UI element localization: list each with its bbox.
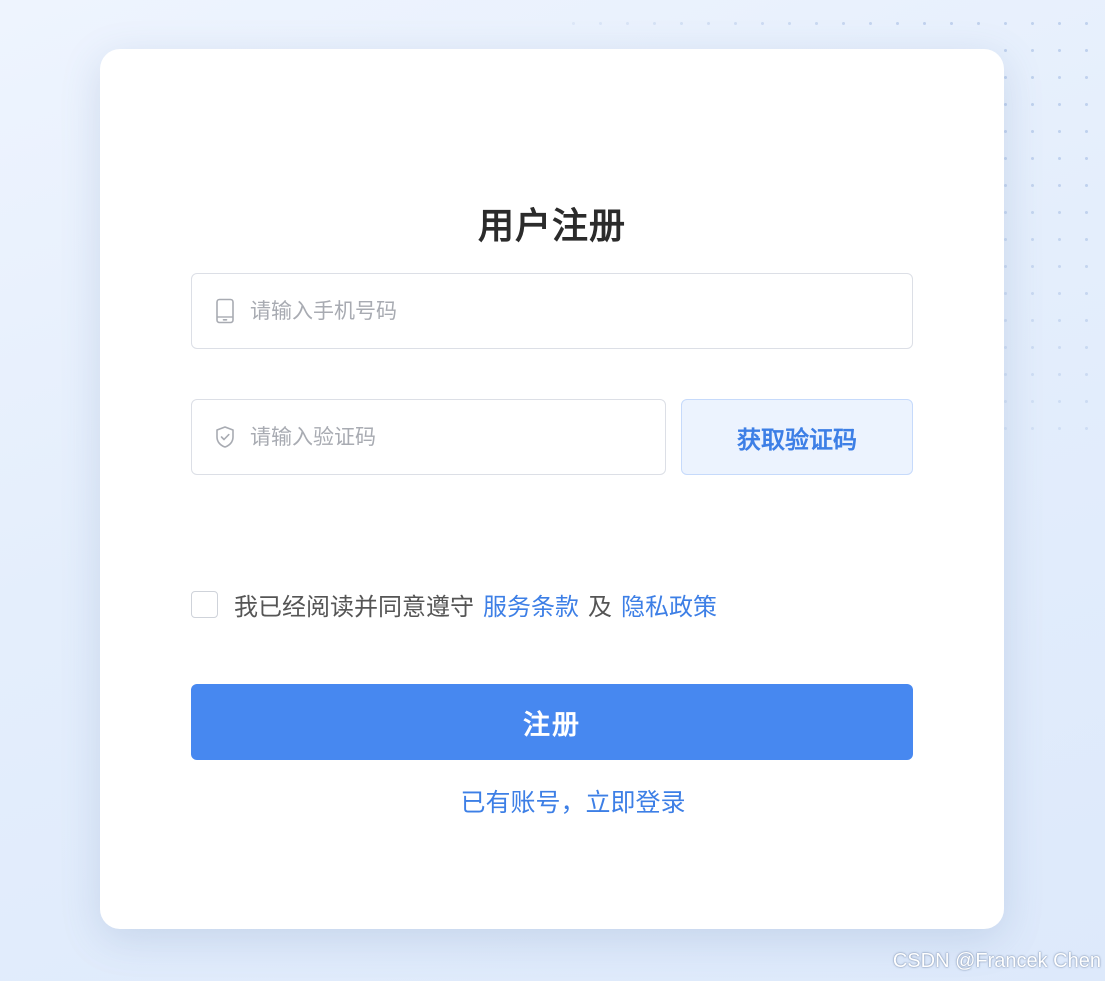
code-input[interactable] bbox=[250, 400, 665, 474]
code-field[interactable] bbox=[191, 399, 666, 475]
page-title: 用户注册 bbox=[477, 206, 626, 247]
terms-link[interactable]: 服务条款 bbox=[483, 587, 579, 622]
mobile-phone-icon bbox=[214, 298, 236, 324]
phone-field[interactable] bbox=[191, 273, 913, 349]
register-button[interactable]: 注册 bbox=[191, 684, 913, 760]
login-link[interactable]: 已有账号，立即登录 bbox=[100, 785, 1004, 821]
agreement-checkbox[interactable] bbox=[191, 591, 218, 618]
phone-input[interactable] bbox=[250, 274, 912, 348]
agreement-row: 我已经阅读并同意遵守 服务条款 及 隐私政策 bbox=[191, 587, 717, 622]
register-card: 用户注册 获取验证码 我已经阅读并同意遵守 服务条款 及 隐私政策 注册 已有账… bbox=[100, 49, 1004, 929]
shield-check-icon bbox=[214, 424, 236, 450]
privacy-link[interactable]: 隐私政策 bbox=[621, 587, 717, 622]
agreement-and-text: 及 bbox=[588, 593, 612, 621]
get-code-button[interactable]: 获取验证码 bbox=[681, 399, 913, 475]
watermark: CSDN @Francek Chen bbox=[892, 950, 1101, 972]
agreement-text: 我已经阅读并同意遵守 bbox=[234, 593, 474, 621]
